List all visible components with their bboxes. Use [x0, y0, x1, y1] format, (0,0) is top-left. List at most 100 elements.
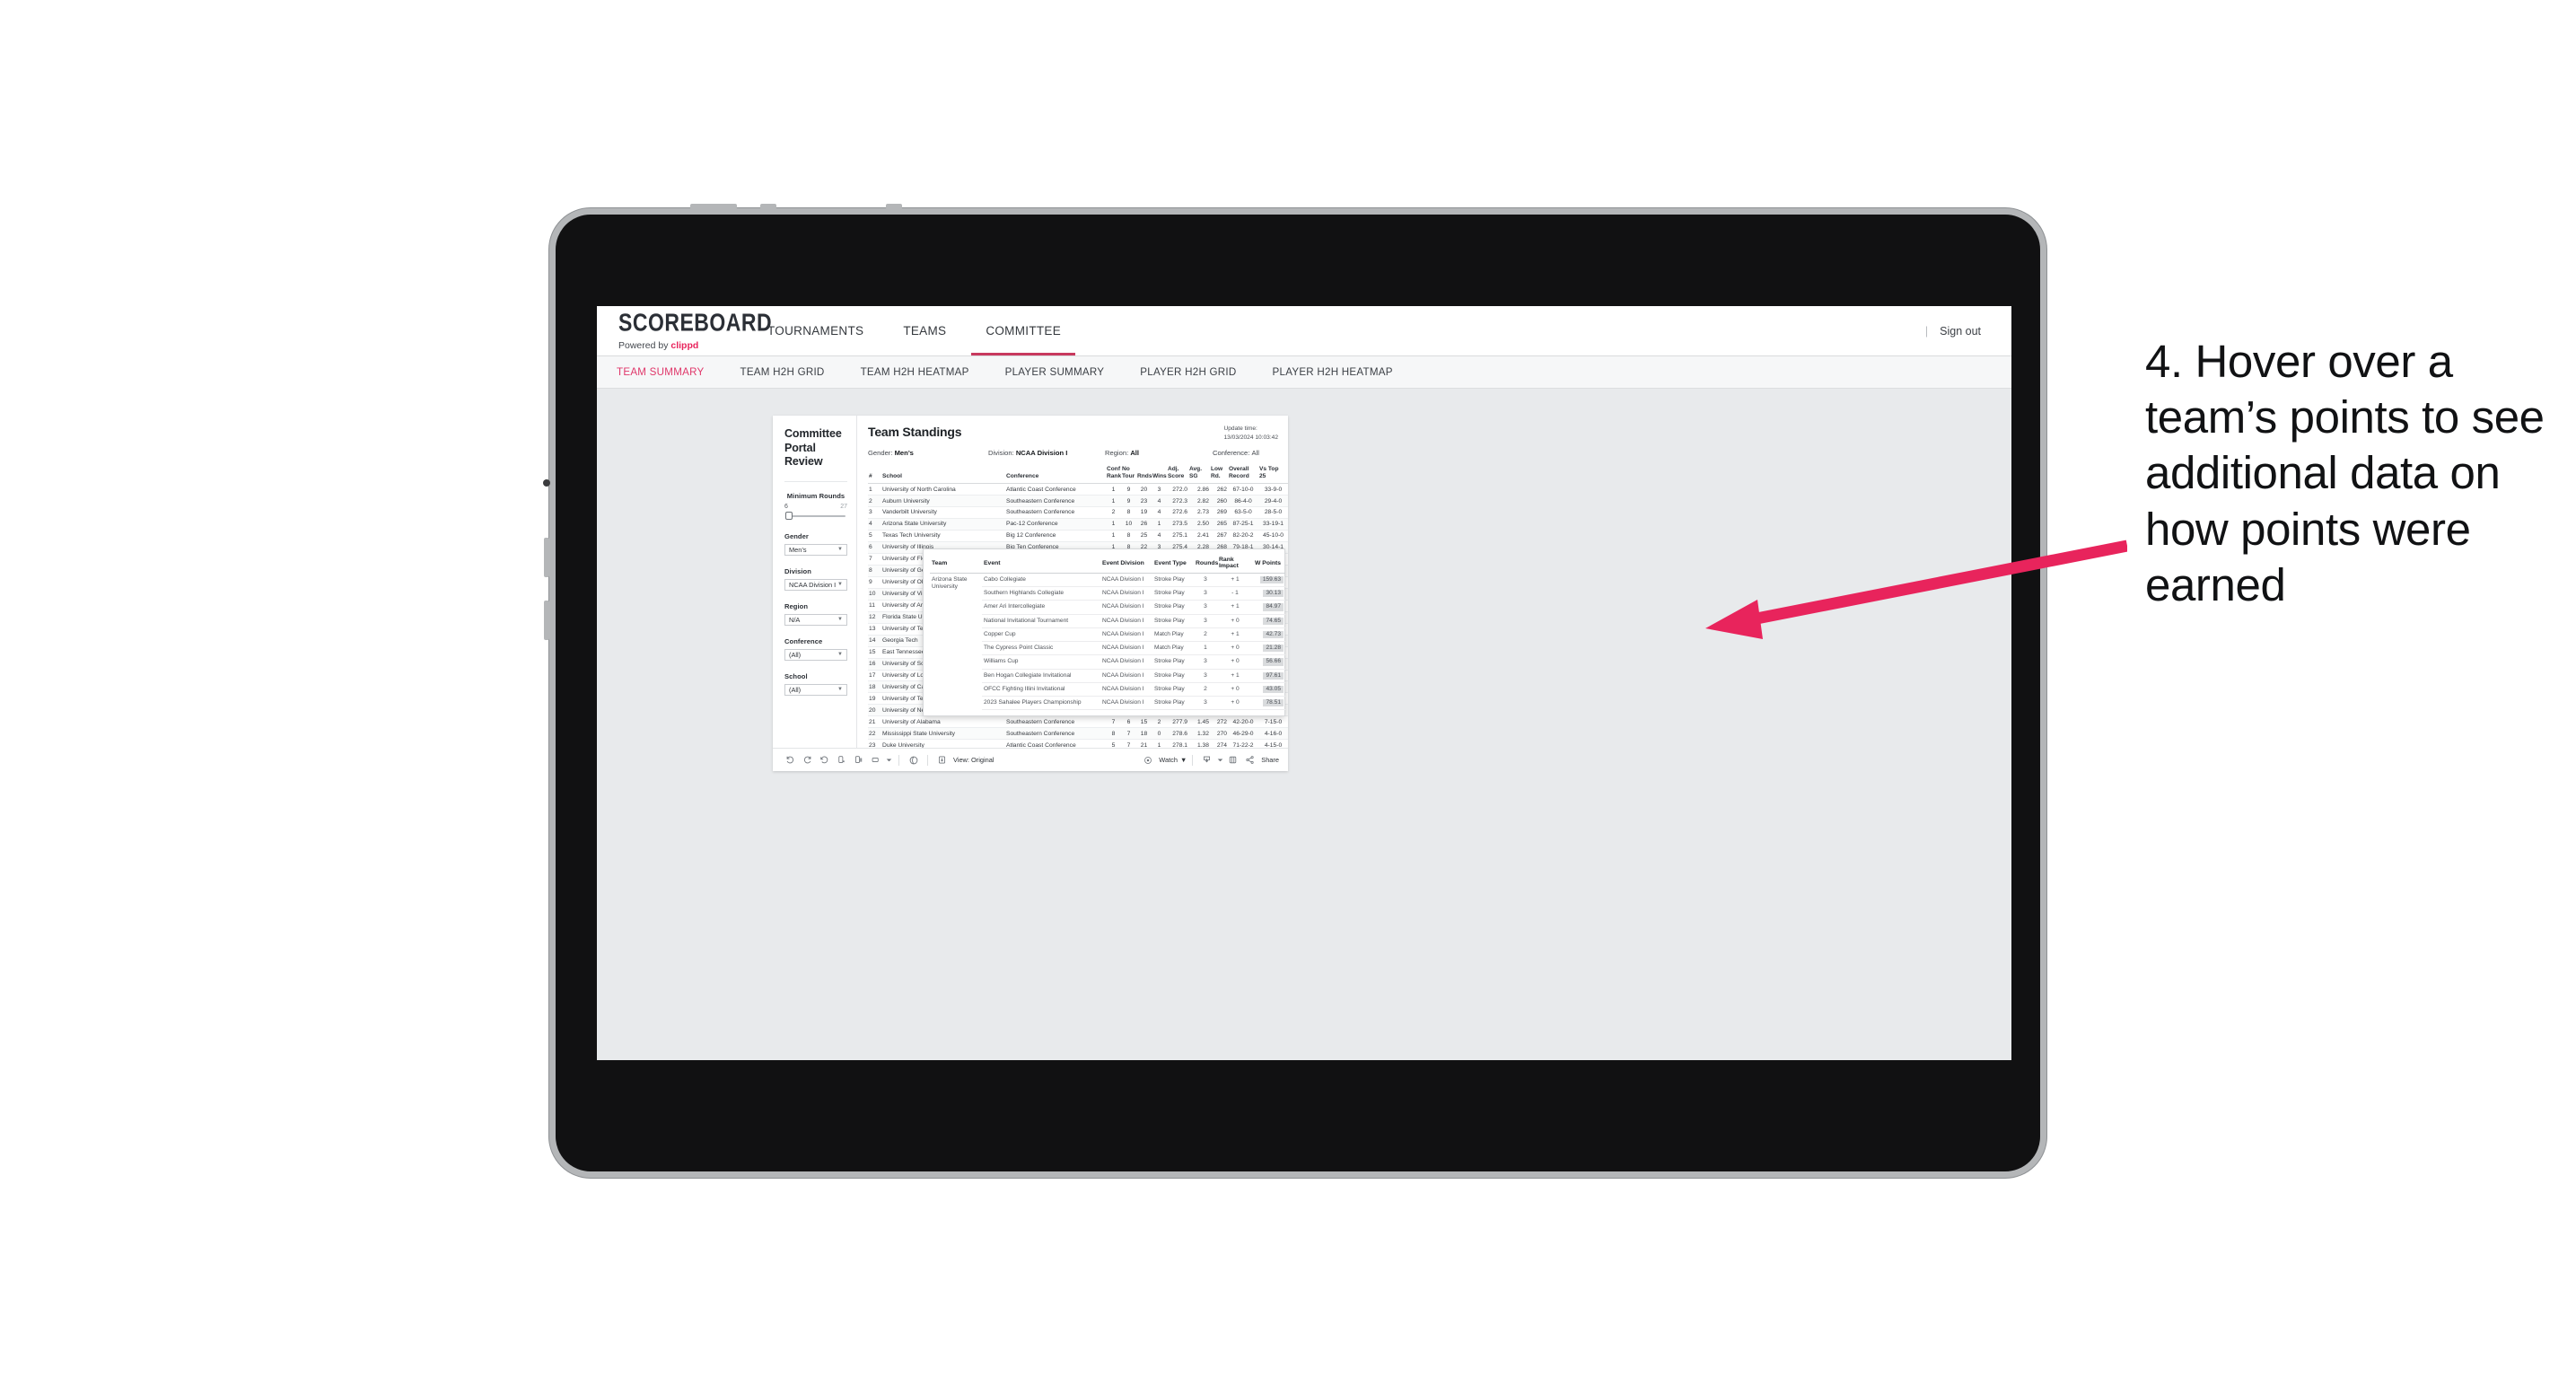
table-row[interactable]: 2 Auburn University Southeastern Conferenc…: [868, 495, 1288, 508]
app-logo[interactable]: SCOREBOARD Powered by clippd: [597, 306, 772, 355]
tooltip-cell-type: Stroke Play: [1152, 614, 1194, 628]
cell-conf: Southeastern Conference: [1005, 495, 1106, 508]
col-adj-score[interactable]: Adj. Score: [1167, 464, 1188, 485]
filter-conference: Conference (All) ▼: [784, 637, 847, 661]
tooltip-row: The Cypress Point Classic NCAA Division I…: [930, 641, 1285, 656]
tooltip-w-points-value: 159.63: [1259, 576, 1284, 584]
download-icon[interactable]: [1198, 751, 1215, 768]
region-select[interactable]: N/A ▼: [784, 613, 847, 626]
tooltip-col-event: Event: [982, 555, 1100, 574]
header-divider: |: [1924, 324, 1929, 338]
cell-as: 278.6: [1167, 727, 1188, 741]
cell-rn: 18: [1136, 727, 1152, 741]
tablet-button-side-2: [544, 601, 549, 640]
fit-dropdown-icon[interactable]: [884, 751, 893, 768]
table-row[interactable]: 21 University of Alabama Southeastern Conf…: [868, 715, 1288, 729]
col-rnds[interactable]: Rnds: [1136, 464, 1152, 485]
school-select[interactable]: (All) ▼: [784, 683, 847, 696]
download-dropdown-icon[interactable]: [1215, 751, 1224, 768]
table-row[interactable]: 3 Vanderbilt University Southeastern Confe…: [868, 506, 1288, 520]
tooltip-cell-type: Stroke Play: [1152, 600, 1194, 615]
col-overall-record[interactable]: Overall Record: [1228, 464, 1258, 485]
slider-handle[interactable]: [785, 512, 793, 521]
fit-icon[interactable]: [867, 751, 884, 768]
tooltip-w-points-value: 21.28: [1263, 645, 1284, 653]
tab-player-h2h-heatmap[interactable]: PLAYER H2H HEATMAP: [1255, 366, 1411, 378]
cell-n: 12: [868, 611, 881, 624]
cell-n: 21: [868, 715, 881, 729]
nav-item-tournaments[interactable]: TOURNAMENTS: [748, 306, 883, 355]
filter-chip-division-label: Division:: [988, 449, 1014, 458]
col-rank[interactable]: #: [868, 464, 881, 485]
cell-n: 1: [868, 483, 881, 496]
active-filters: Gender: Men’s Division: NCAA Division I …: [868, 449, 1278, 457]
refresh-data-icon[interactable]: [833, 751, 850, 768]
filter-chip-region-label: Region:: [1105, 449, 1129, 458]
cell-n: 19: [868, 692, 881, 706]
table-row[interactable]: 5 Texas Tech University Big 12 Conference 1…: [868, 530, 1288, 543]
view-original-button[interactable]: View: Original: [933, 751, 994, 768]
table-row[interactable]: 4 Arizona State University Pac-12 Conferen…: [868, 518, 1288, 531]
col-school[interactable]: School: [881, 464, 1005, 485]
cell-nt: 9: [1121, 495, 1136, 508]
cell-sg: 1.38: [1188, 739, 1210, 748]
table-row[interactable]: 1 University of North Carolina Atlantic Co…: [868, 483, 1288, 496]
cell-wn: 4: [1152, 530, 1167, 543]
table-row[interactable]: 22 Mississippi State University Southeaste…: [868, 727, 1288, 741]
tab-team-summary[interactable]: TEAM SUMMARY: [617, 366, 722, 378]
region-label: Region: [784, 601, 809, 610]
col-wins[interactable]: Wins: [1152, 464, 1167, 485]
minimum-rounds-slider[interactable]: [784, 512, 847, 521]
highlight-icon[interactable]: [905, 751, 922, 768]
cell-or: 63-5-0: [1228, 506, 1258, 520]
cell-wn: 4: [1152, 506, 1167, 520]
sidebar-divider: [784, 480, 847, 482]
cell-lr: 267: [1210, 530, 1228, 543]
cell-nt: 7: [1121, 727, 1136, 741]
pause-auto-update-icon[interactable]: [850, 751, 867, 768]
cell-n: 15: [868, 646, 881, 659]
tab-team-h2h-grid[interactable]: TEAM H2H GRID: [722, 366, 842, 378]
col-vs-top-25[interactable]: Vs Top 25: [1258, 464, 1288, 485]
revert-icon[interactable]: [816, 751, 833, 768]
undo-icon[interactable]: [782, 751, 799, 768]
col-avg-sg[interactable]: Avg. SG: [1188, 464, 1210, 485]
redo-icon[interactable]: [799, 751, 816, 768]
share-button[interactable]: Share: [1241, 751, 1279, 768]
tooltip-cell-impact: + 1: [1217, 627, 1253, 643]
tooltip-cell-wpts: 84.97: [1253, 600, 1285, 615]
tab-player-summary[interactable]: PLAYER SUMMARY: [987, 366, 1123, 378]
sign-out-link[interactable]: Sign out: [1940, 325, 1981, 338]
cell-rn: 26: [1136, 518, 1152, 531]
tooltip-row: Southern Highlands Collegiate NCAA Divisi…: [930, 586, 1285, 601]
watch-label: Watch: [1159, 756, 1178, 764]
tooltip-cell-wpts: 74.65: [1253, 614, 1285, 628]
nav-item-teams[interactable]: TEAMS: [883, 306, 966, 355]
standings-header-row: # School Conference Conf Rank No Tour Rnds…: [868, 464, 1288, 485]
cell-n: 9: [868, 576, 881, 589]
table-row[interactable]: 23 Duke University Atlantic Coast Conferen…: [868, 739, 1288, 748]
division-select[interactable]: NCAA Division I ▼: [784, 578, 847, 591]
watch-button[interactable]: Watch ▼: [1139, 751, 1187, 768]
cell-n: 3: [868, 506, 881, 520]
fullscreen-icon[interactable]: [1224, 751, 1241, 768]
tooltip-w-points-value: 74.65: [1263, 617, 1284, 625]
col-no-tour[interactable]: No Tour: [1121, 464, 1136, 485]
cell-rn: 23: [1136, 495, 1152, 508]
filter-chip-conference-value: All: [1251, 449, 1259, 458]
conference-select[interactable]: (All) ▼: [784, 648, 847, 661]
tooltip-col-rank-impact: Rank Impact: [1217, 555, 1253, 574]
tab-team-h2h-heatmap[interactable]: TEAM H2H HEATMAP: [843, 366, 987, 378]
tooltip-cell-div: NCAA Division I: [1100, 573, 1152, 588]
col-conf-rank[interactable]: Conf Rank: [1106, 464, 1121, 485]
minimum-rounds-max: 27: [840, 503, 847, 510]
cell-conf: Big 12 Conference: [1005, 530, 1106, 543]
cell-n: 14: [868, 635, 881, 647]
nav-item-committee[interactable]: COMMITTEE: [966, 306, 1081, 355]
tab-player-h2h-grid[interactable]: PLAYER H2H GRID: [1122, 366, 1254, 378]
gender-select[interactable]: Men’s ▼: [784, 543, 847, 556]
col-low-rd[interactable]: Low Rd.: [1210, 464, 1228, 485]
cell-conf: Pac-12 Conference: [1005, 518, 1106, 531]
col-conference[interactable]: Conference: [1005, 464, 1106, 485]
tooltip-cell-wpts: 21.28: [1253, 641, 1285, 656]
